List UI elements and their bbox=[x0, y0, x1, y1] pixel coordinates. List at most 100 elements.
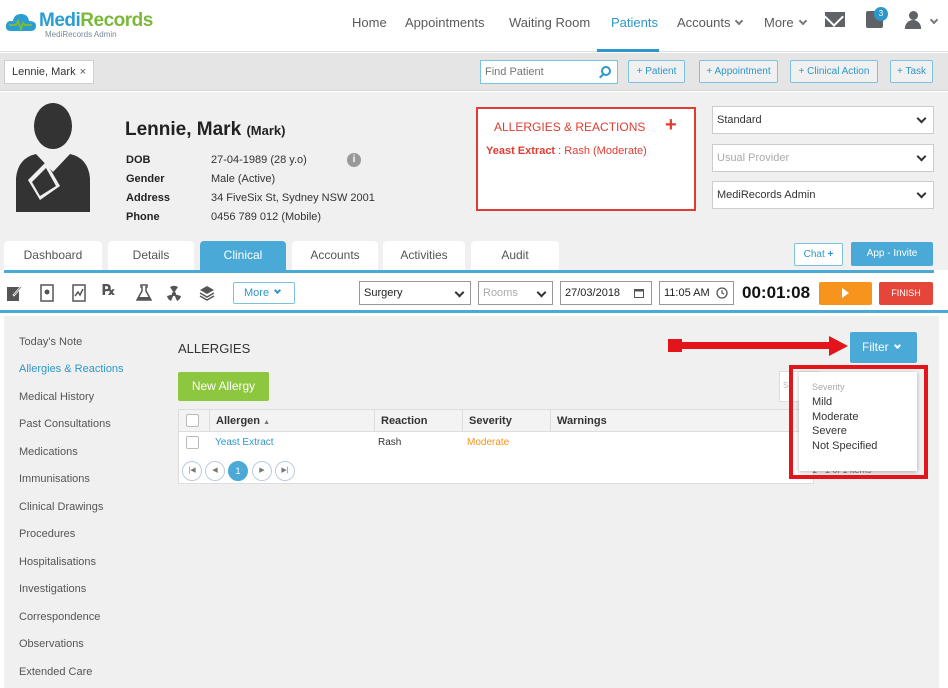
chevron-down-icon bbox=[274, 286, 282, 295]
practice-value: MediRecords Admin bbox=[717, 189, 816, 201]
chevron-down-icon bbox=[536, 287, 547, 298]
radiology-icon[interactable] bbox=[166, 284, 182, 302]
filter-button[interactable]: Filter bbox=[850, 332, 917, 363]
column-warnings[interactable]: Warnings bbox=[550, 410, 815, 432]
tasks-badge: 3 bbox=[874, 7, 888, 21]
consult-date-input[interactable]: 27/03/2018 bbox=[560, 281, 652, 305]
select-all-checkbox[interactable] bbox=[186, 414, 199, 427]
user-menu-caret[interactable] bbox=[925, 15, 939, 29]
nav-appointments[interactable]: Appointments bbox=[405, 15, 485, 30]
address-value: 34 FiveSix St, Sydney NSW 2001 bbox=[211, 192, 375, 204]
consult-time-value: 11:05 AM bbox=[664, 287, 710, 299]
tab-activities[interactable]: Activities bbox=[383, 241, 465, 270]
chat-button[interactable]: Chat + bbox=[794, 243, 843, 266]
chevron-down-icon bbox=[454, 287, 465, 298]
tab-dashboard[interactable]: Dashboard bbox=[4, 241, 102, 270]
calendar-icon[interactable] bbox=[634, 288, 644, 298]
allergies-panel-title: ALLERGIES & REACTIONS bbox=[494, 120, 646, 134]
clock-icon[interactable] bbox=[716, 287, 728, 299]
tab-clinical[interactable]: Clinical bbox=[200, 241, 286, 270]
sidebar-item-todays-note[interactable]: Today's Note bbox=[19, 336, 82, 348]
gender-value: Male (Active) bbox=[211, 173, 276, 185]
sidebar-item-investigations[interactable]: Investigations bbox=[19, 583, 86, 595]
tab-audit[interactable]: Audit bbox=[471, 241, 559, 270]
chevron-down-icon bbox=[735, 16, 744, 26]
add-task-button[interactable]: + Task bbox=[890, 60, 933, 83]
nav-waiting-room[interactable]: Waiting Room bbox=[509, 15, 590, 30]
sidebar-item-correspondence[interactable]: Correspondence bbox=[19, 611, 100, 623]
chevron-down-icon bbox=[798, 16, 807, 26]
user-icon[interactable] bbox=[905, 11, 921, 29]
sidebar-item-medical-history[interactable]: Medical History bbox=[19, 391, 94, 403]
last-page-button[interactable]: ▶| bbox=[275, 461, 295, 481]
sidebar-item-immunisations[interactable]: Immunisations bbox=[19, 473, 90, 485]
nav-more[interactable]: More bbox=[764, 15, 807, 30]
column-allergen[interactable]: Allergen ▲ bbox=[209, 410, 374, 432]
app-invite-button[interactable]: App - Invite bbox=[851, 242, 933, 266]
consult-time-input[interactable]: 11:05 AM bbox=[659, 281, 734, 305]
stack-layers-icon[interactable] bbox=[199, 284, 215, 302]
billing-type-select[interactable]: Standard bbox=[712, 106, 934, 134]
current-page[interactable]: 1 bbox=[228, 461, 248, 481]
annotation-arrow-head bbox=[829, 336, 848, 356]
search-icon[interactable] bbox=[601, 66, 611, 76]
tab-accounts[interactable]: Accounts bbox=[292, 241, 378, 270]
nav-home[interactable]: Home bbox=[352, 15, 387, 30]
sidebar-item-procedures[interactable]: Procedures bbox=[19, 528, 75, 540]
row-checkbox[interactable] bbox=[186, 436, 199, 449]
more-tools-button[interactable]: More bbox=[233, 282, 295, 304]
row-reaction: Rash bbox=[378, 437, 402, 448]
sidebar-item-allergies[interactable]: Allergies & Reactions bbox=[19, 363, 124, 375]
chevron-down-icon bbox=[916, 188, 927, 199]
billing-type-value: Standard bbox=[717, 114, 762, 126]
usual-provider-select[interactable]: Usual Provider bbox=[712, 144, 934, 172]
rx-icon[interactable]: ℞ bbox=[102, 281, 118, 299]
consult-type-select[interactable]: Surgery bbox=[359, 281, 471, 305]
rooms-select[interactable]: Rooms bbox=[478, 281, 553, 305]
lab-flask-icon[interactable] bbox=[136, 284, 152, 302]
prescription-pad-icon[interactable] bbox=[39, 284, 55, 302]
add-allergy-icon[interactable]: + bbox=[665, 114, 677, 137]
close-icon[interactable]: × bbox=[80, 66, 86, 78]
sidebar-item-extended-care[interactable]: Extended Care bbox=[19, 666, 92, 678]
gender-label: Gender bbox=[126, 173, 165, 185]
previous-page-button[interactable]: ◀ bbox=[205, 461, 225, 481]
nav-patients[interactable]: Patients bbox=[611, 15, 658, 30]
more-tools-label: More bbox=[244, 287, 270, 299]
add-appointment-button[interactable]: + Appointment bbox=[699, 60, 778, 83]
column-reaction[interactable]: Reaction bbox=[374, 410, 462, 432]
medirecords-logo[interactable]: MediRecords MediRecords Admin bbox=[5, 9, 165, 41]
note-edit-icon[interactable] bbox=[6, 284, 22, 302]
mail-icon[interactable] bbox=[825, 12, 845, 27]
nav-accounts[interactable]: Accounts bbox=[677, 15, 744, 30]
consult-type-value: Surgery bbox=[364, 287, 403, 299]
new-allergy-button[interactable]: New Allergy bbox=[178, 372, 269, 401]
chat-label: Chat bbox=[803, 249, 825, 260]
phone-value: 0456 789 012 (Mobile) bbox=[211, 211, 322, 223]
info-icon[interactable]: i bbox=[347, 153, 361, 167]
play-icon[interactable] bbox=[819, 282, 872, 305]
sidebar-item-medications[interactable]: Medications bbox=[19, 446, 78, 458]
nav-more-label: More bbox=[764, 15, 794, 30]
sidebar-item-clinical-drawings[interactable]: Clinical Drawings bbox=[19, 501, 103, 513]
row-severity: Moderate bbox=[467, 437, 510, 448]
finish-button[interactable]: FINISH bbox=[879, 282, 933, 305]
first-page-button[interactable]: |◀ bbox=[182, 461, 202, 481]
sidebar-item-hospitalisations[interactable]: Hospitalisations bbox=[19, 556, 96, 568]
column-severity[interactable]: Severity bbox=[462, 410, 550, 432]
sidebar-item-past-consultations[interactable]: Past Consultations bbox=[19, 418, 111, 430]
nav-accounts-label: Accounts bbox=[677, 15, 731, 30]
column-allergen-label: Allergen bbox=[216, 415, 261, 427]
add-clinical-action-button[interactable]: + Clinical Action bbox=[790, 60, 878, 83]
next-page-button[interactable]: ▶ bbox=[252, 461, 272, 481]
find-patient-input[interactable] bbox=[480, 60, 618, 84]
tab-details[interactable]: Details bbox=[108, 241, 194, 270]
add-patient-button[interactable]: + Patient bbox=[628, 60, 685, 83]
row-allergen[interactable]: Yeast Extract bbox=[215, 437, 274, 448]
phone-label: Phone bbox=[126, 211, 160, 223]
sidebar-item-observations[interactable]: Observations bbox=[19, 638, 84, 650]
open-patient-tab[interactable]: Lennie, Mark × bbox=[4, 60, 95, 84]
practice-select[interactable]: MediRecords Admin bbox=[712, 181, 934, 209]
chart-document-icon[interactable] bbox=[71, 284, 87, 302]
patient-tab-bar: Lennie, Mark × + Patient + Appointment + … bbox=[0, 53, 948, 91]
